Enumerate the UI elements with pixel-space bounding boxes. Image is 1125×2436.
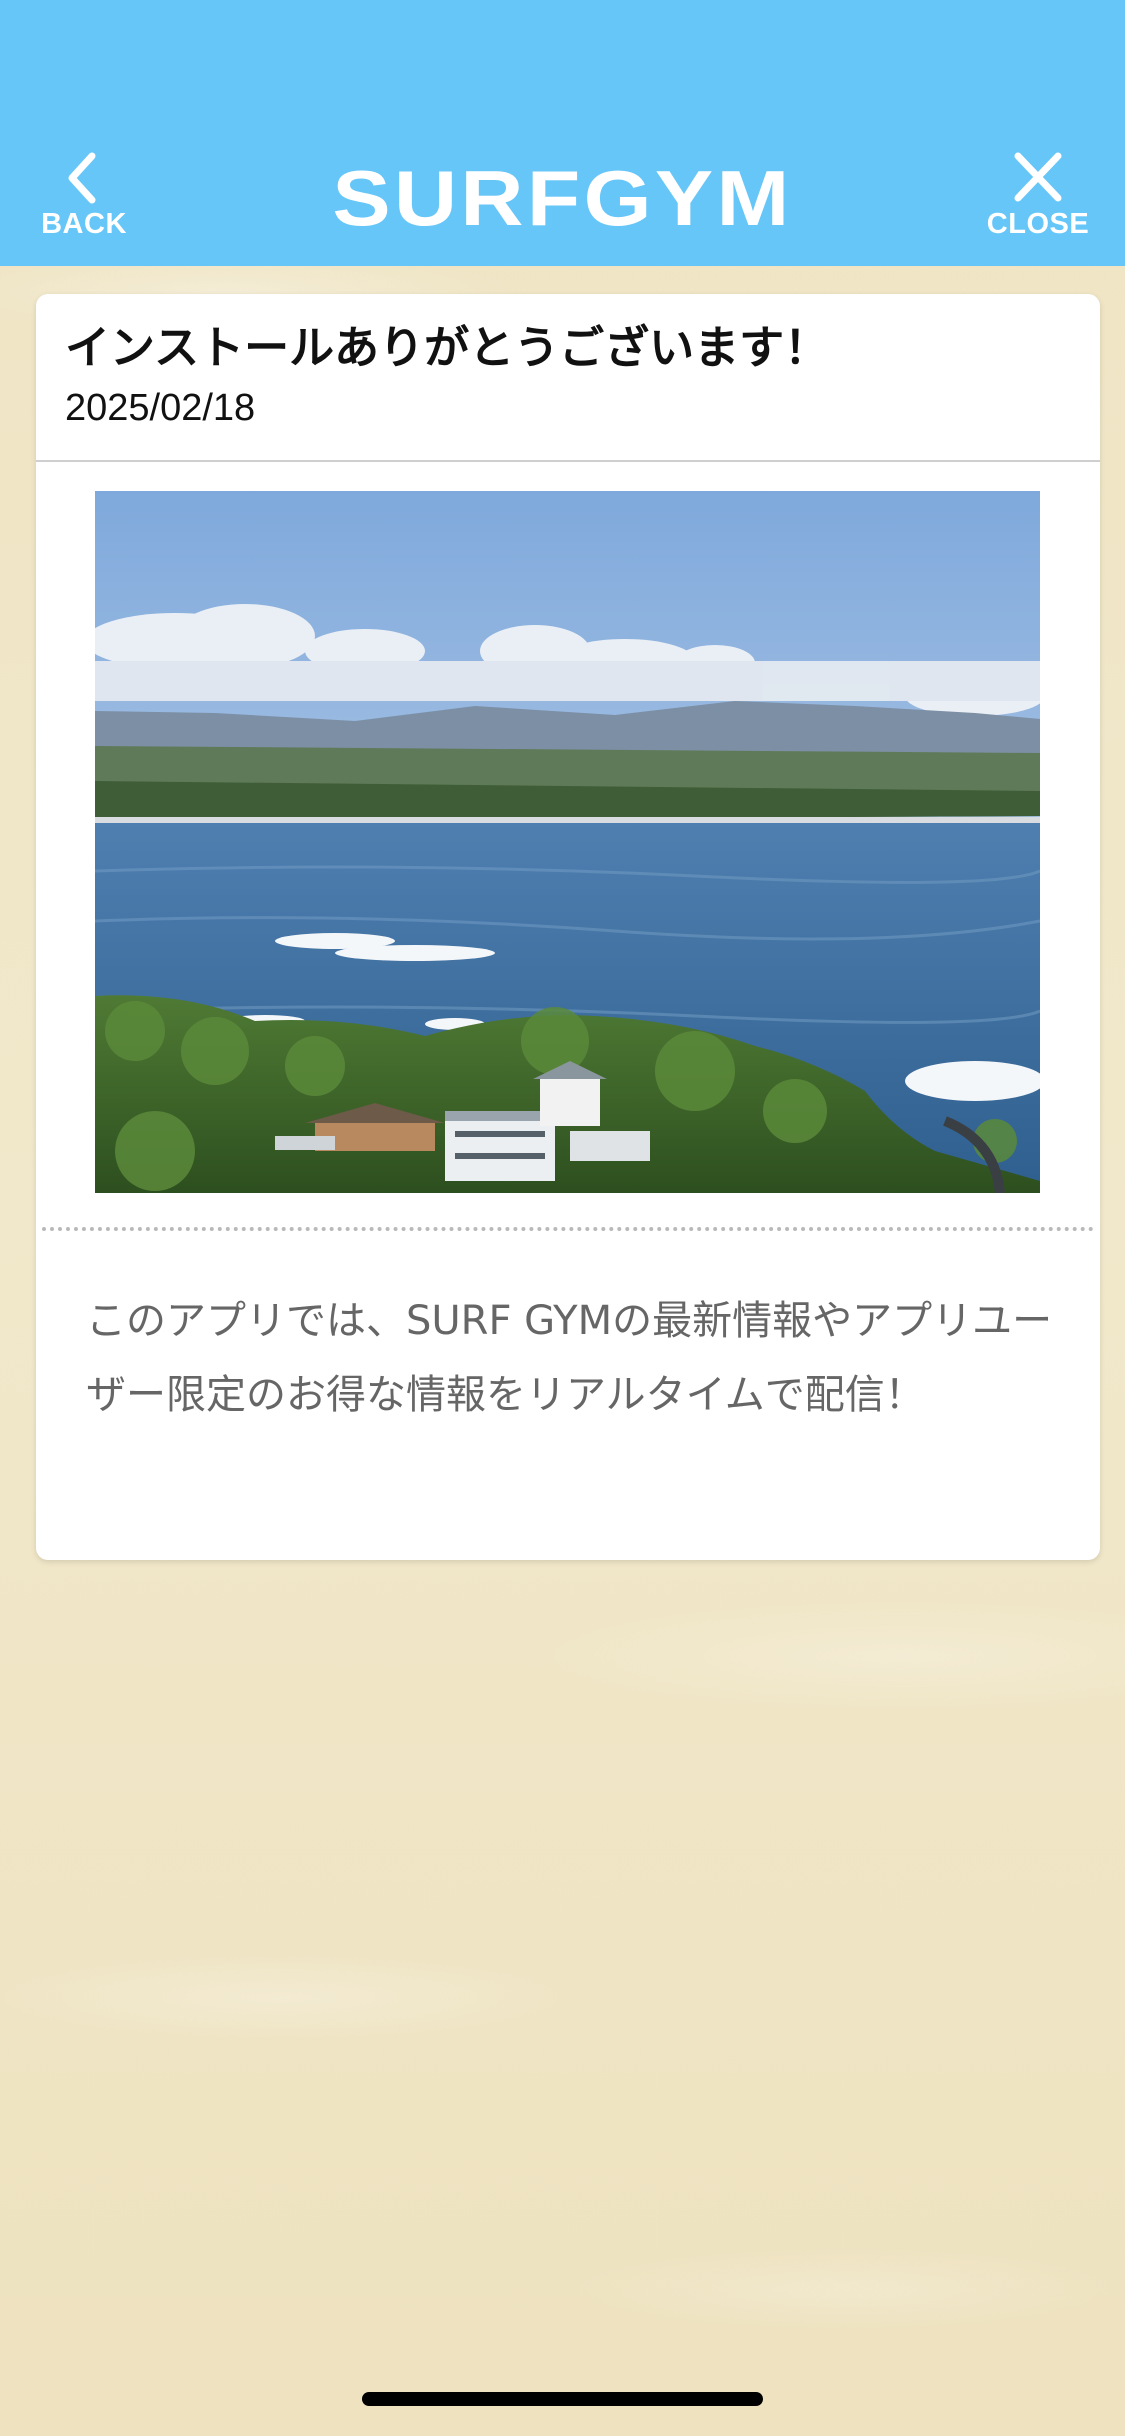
coastal-surf-landscape-photo: [95, 491, 1040, 1193]
news-photo: [95, 491, 1040, 1193]
close-icon: [1014, 152, 1062, 202]
close-button[interactable]: CLOSE: [980, 150, 1096, 240]
home-indicator[interactable]: [362, 2392, 763, 2406]
close-label: CLOSE: [986, 208, 1090, 240]
app-header: BACK SURFGYM CLOSE: [0, 0, 1125, 266]
card-header: インストールありがとうございます！ 2025/02/18: [36, 294, 1100, 462]
app-title: SURFGYM: [332, 154, 793, 242]
news-title: インストールありがとうございます！: [65, 321, 830, 374]
content-divider: [42, 1227, 1094, 1231]
news-date: 2025/02/18: [65, 387, 256, 429]
news-card: インストールありがとうございます！ 2025/02/18 このアプリでは、SUR…: [36, 294, 1100, 1560]
news-body: このアプリでは、SURF GYMの最新情報やアプリユーザー限定のお得な情報をリア…: [86, 1298, 1053, 1418]
